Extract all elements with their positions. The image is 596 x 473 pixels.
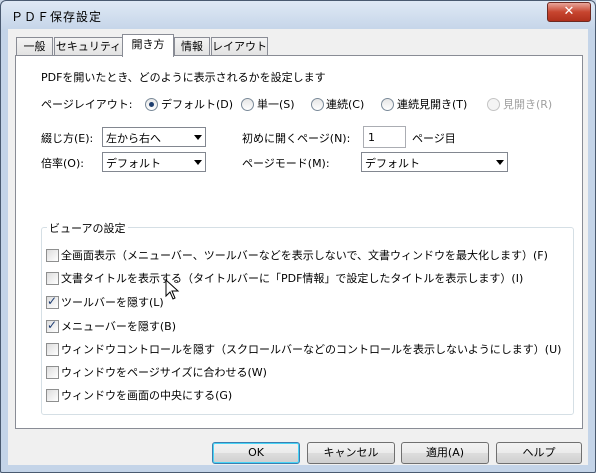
pdf-save-settings-window: ＰＤＦ保存設定 ✕ 一般 セキュリティ 開き方 情報 レイアウト PDFを開いた… [0,0,596,473]
close-icon: ✕ [563,4,575,19]
page-layout-default-label[interactable]: デフォルト(D) [161,96,233,112]
page-layout-facing-radio [487,98,500,111]
page-layout-continuous-facing-radio[interactable] [381,98,394,111]
hide-toolbar-checkbox[interactable]: ✓ [46,294,59,309]
mouse-cursor-icon [165,279,180,300]
hide-menubar-checkbox[interactable]: ✓ [46,318,59,333]
fit-window-checkbox[interactable] [46,366,59,379]
page-layout-continuous-facing-label[interactable]: 連続見開き(T) [397,96,467,112]
page-layout-facing-label: 見開き(R) [503,98,553,111]
panel-description: PDFを開いたとき、どのように表示されるかを設定します [41,71,326,84]
apply-button[interactable]: 適用(A) [401,442,489,464]
tab-security[interactable]: セキュリティ [54,37,123,56]
zoom-label: 倍率(O): [41,157,84,170]
page-mode-select[interactable]: デフォルト [361,152,508,172]
ok-button[interactable]: OK [212,442,300,464]
page-layout-continuous-label[interactable]: 連続(C) [326,96,364,112]
zoom-select[interactable]: デフォルト [102,152,206,172]
hide-window-controls-checkbox[interactable] [46,343,59,356]
page-layout-label: ページレイアウト: [41,98,133,111]
chevron-down-icon [496,160,504,165]
tab-open-method[interactable]: 開き方 [122,34,174,57]
window-title: ＰＤＦ保存設定 [11,10,103,24]
tab-layout[interactable]: レイアウト [211,37,268,56]
help-button[interactable]: ヘルプ [496,442,582,464]
first-page-label: 初めに開くページ(N): [242,132,351,145]
cancel-button[interactable]: キャンセル [307,442,395,464]
fullscreen-checkbox[interactable] [46,249,59,262]
tab-general[interactable]: 一般 [16,37,53,56]
title-bar[interactable]: ＰＤＦ保存設定 ✕ [1,1,595,29]
page-layout-single-label[interactable]: 単一(S) [257,96,295,112]
dialog-client-area: 一般 セキュリティ 開き方 情報 レイアウト PDFを開いたとき、どのように表示… [8,29,588,465]
zoom-select-value: デフォルト [106,157,161,170]
page-mode-select-value: デフォルト [365,157,420,170]
check-icon: ✓ [47,294,58,308]
binding-select-value: 左から右へ [106,132,161,145]
page-layout-continuous-radio[interactable] [311,98,324,111]
center-window-checkbox[interactable] [46,389,59,402]
check-icon: ✓ [47,318,58,332]
first-page-input[interactable] [363,126,406,148]
page-layout-single-radio[interactable] [241,98,254,111]
hide-window-controls-label[interactable]: ウィンドウコントロールを隠す（スクロールバーなどのコントロールを表示しないように… [61,341,561,357]
page-layout-default-radio[interactable] [145,98,158,111]
tab-info[interactable]: 情報 [174,37,210,56]
fit-window-label[interactable]: ウィンドウをページサイズに合わせる(W) [61,364,267,380]
chevron-down-icon [194,160,202,165]
binding-label: 綴じ方(E): [41,132,94,145]
open-method-panel: PDFを開いたとき、どのように表示されるかを設定します ページレイアウト: デフ… [15,55,583,429]
first-page-suffix: ページ目 [412,132,456,145]
center-window-label[interactable]: ウィンドウを画面の中央にする(G) [61,387,232,403]
show-doc-title-label[interactable]: 文書タイトルを表示する（タイトルバーに「PDF情報」で設定したタイトルを表示しま… [61,270,523,286]
show-doc-title-checkbox[interactable] [46,272,59,285]
binding-select[interactable]: 左から右へ [102,127,206,147]
first-page-input-field[interactable] [364,127,405,147]
fullscreen-label[interactable]: 全画面表示（メニューバー、ツールバーなどを表示しないで、文書ウィンドウを最大化し… [61,247,548,263]
hide-menubar-label[interactable]: メニューバーを隠す(B) [61,318,176,334]
page-mode-label: ページモード(M): [242,157,330,170]
close-button[interactable]: ✕ [547,2,591,22]
hide-toolbar-label[interactable]: ツールバーを隠す(L) [61,294,164,310]
viewer-settings-title: ビューアの設定 [47,220,128,236]
radio-selected-dot [149,102,154,107]
chevron-down-icon [194,135,202,140]
